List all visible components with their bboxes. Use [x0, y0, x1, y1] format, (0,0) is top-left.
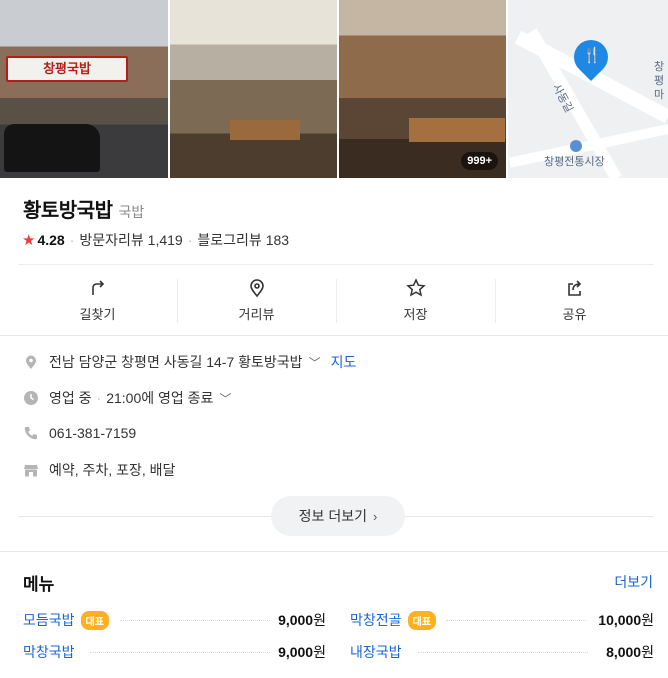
closing-time: 21:00에 영업 종료 [106, 390, 214, 406]
restaurant-sign: 창평국밥 [6, 56, 128, 82]
directions-button[interactable]: 길찾기 [18, 265, 177, 335]
section-divider [0, 335, 668, 336]
street-view-button[interactable]: 거리뷰 [177, 265, 336, 335]
separator-dot: · [187, 232, 193, 248]
interior-photo-2[interactable]: 999+ [339, 0, 506, 178]
hours-row[interactable]: 영업 중 · 21:00에 영업 종료 ﹀ [23, 388, 231, 408]
blog-reviews-link[interactable]: 블로그리뷰 183 [197, 230, 289, 250]
visitor-reviews-count: 1,419 [147, 232, 183, 248]
place-name: 황토방국밥 [23, 200, 113, 222]
menu-item-name: 막창국밥 [23, 644, 75, 660]
more-info-label: 정보 더보기 [298, 508, 367, 524]
share-icon [567, 279, 581, 296]
menu-item-name: 모듬국밥 [23, 612, 75, 628]
sign-text: 창평국밥 [43, 61, 91, 76]
phone-number[interactable]: 061-381-7159 [49, 425, 136, 441]
star-icon: ★ [22, 232, 36, 249]
action-bar: 길찾기 거리뷰 저장 공유 [18, 264, 654, 335]
phone-row[interactable]: 061-381-7159 [23, 425, 136, 441]
chevron-right-icon: › [372, 508, 378, 524]
storefront-photo[interactable]: 창평국밥 [0, 0, 168, 178]
table-image [409, 118, 505, 142]
amenities-text: 예약, 주차, 포장, 배달 [49, 462, 176, 478]
menu-item[interactable]: 내장국밥 [350, 642, 402, 662]
visitor-reviews-label: 방문자리뷰 [79, 232, 144, 248]
separator-dot: · [96, 390, 102, 406]
place-header: 황토방국밥 국밥 [23, 194, 144, 223]
restaurant-glyph-icon: 🍴 [582, 47, 602, 64]
blog-reviews-label: 블로그리뷰 [197, 232, 262, 248]
menu-item-price: 9,000원 [278, 644, 326, 660]
representative-badge: 대표 [80, 610, 109, 630]
share-button[interactable]: 공유 [495, 265, 654, 335]
menu-item-price: 9,000원 [278, 612, 326, 628]
address-row: 전남 담양군 창평면 사동길 14-7 황토방국밥 ﹀ 지도 [23, 352, 356, 372]
menu-item[interactable]: 막창국밥 [23, 642, 75, 662]
menu-section-title: 메뉴 [23, 575, 55, 594]
menu-item-price: 10,000원 [598, 612, 654, 628]
car-image [4, 124, 100, 172]
business-status: 영업 중 [49, 390, 92, 406]
menu-more-link[interactable]: 더보기 [614, 572, 653, 592]
menu-item[interactable]: 막창전골 대표 [350, 610, 436, 630]
section-divider [0, 551, 668, 552]
dotted-leader [90, 652, 270, 653]
photo-gallery[interactable]: 창평국밥 999+ 🍴 창평전통시장 사동길 창평 마 [0, 0, 668, 178]
rating-value: 4.28 [37, 232, 65, 248]
directions-icon [91, 279, 104, 295]
save-button[interactable]: 저장 [336, 265, 495, 335]
clock-icon [24, 391, 38, 405]
menu-item[interactable]: 모듬국밥 대표 [23, 610, 109, 630]
star-outline-icon [405, 277, 426, 296]
menu-item-name: 막창전골 [350, 612, 402, 628]
section-divider [18, 516, 271, 517]
photo-count-badge: 999+ [461, 152, 498, 170]
menu-item-name: 내장국밥 [350, 644, 402, 660]
chevron-down-icon[interactable]: ﹀ [219, 390, 231, 407]
visitor-reviews-link[interactable]: 방문자리뷰 1,419 [79, 230, 182, 250]
rating-summary: ★ 4.28 · 방문자리뷰 1,419 · 블로그리뷰 183 [22, 230, 289, 250]
address-text: 전남 담양군 창평면 사동길 14-7 황토방국밥 [49, 354, 303, 370]
dotted-leader [120, 620, 270, 621]
menu-item-price: 8,000원 [606, 644, 654, 660]
directions-label: 길찾기 [79, 306, 116, 322]
chevron-down-icon[interactable]: ﹀ [309, 354, 321, 371]
table-image [230, 120, 300, 140]
location-pin-icon [249, 278, 264, 297]
dotted-leader [446, 620, 586, 621]
save-label: 저장 [403, 306, 428, 322]
market-icon [570, 140, 582, 152]
amenities-row: 예약, 주차, 포장, 배달 [23, 460, 175, 480]
map-label-market: 창평전통시장 [544, 156, 605, 168]
share-label: 공유 [562, 306, 587, 322]
map-link[interactable]: 지도 [331, 352, 357, 372]
location-icon [26, 355, 36, 369]
map-label-partial: 창평 마 [654, 61, 665, 101]
section-divider [405, 516, 654, 517]
blog-reviews-count: 183 [265, 232, 290, 248]
more-info-button[interactable]: 정보 더보기 › [271, 496, 405, 536]
dotted-leader [418, 652, 588, 653]
map-thumbnail[interactable]: 🍴 창평전통시장 사동길 창평 마 [508, 0, 668, 178]
phone-icon [24, 427, 37, 440]
place-category: 국밥 [118, 204, 145, 220]
street-view-label: 거리뷰 [238, 306, 275, 322]
separator-dot: · [69, 232, 75, 248]
interior-photo-1[interactable] [170, 0, 337, 178]
store-icon [24, 465, 38, 477]
representative-badge: 대표 [407, 610, 436, 630]
